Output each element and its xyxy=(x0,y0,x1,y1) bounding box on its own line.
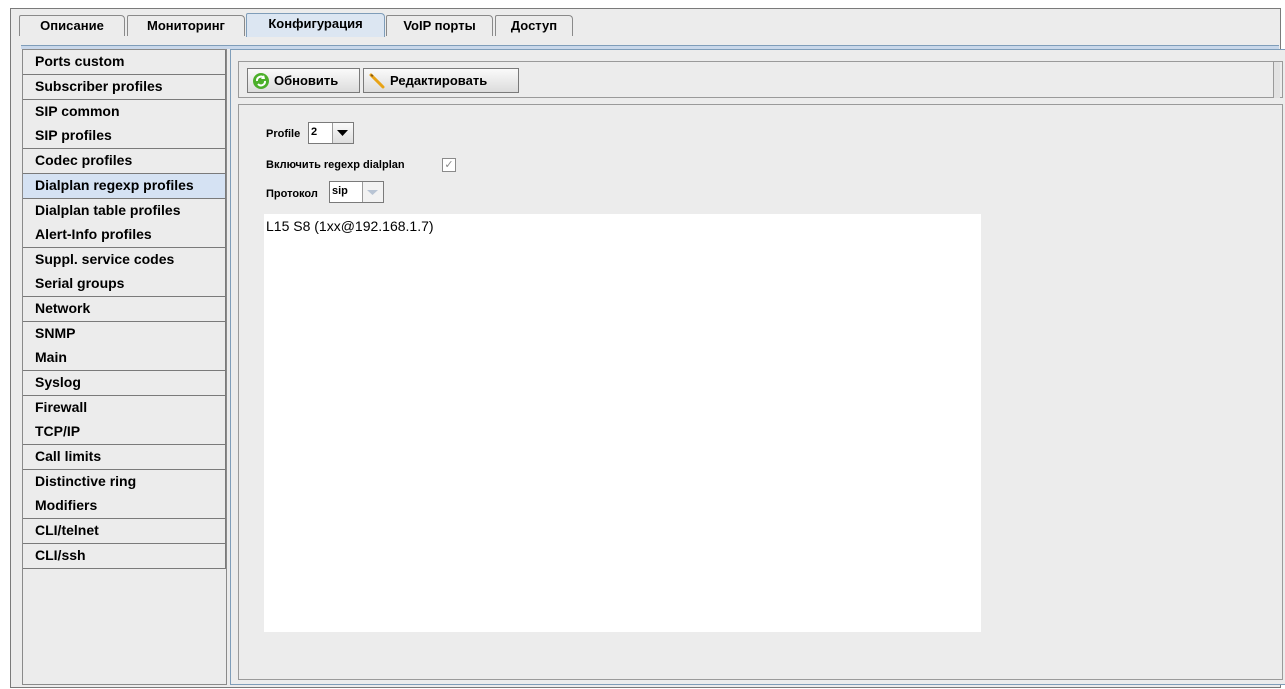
dialplan-text-area[interactable]: L15 S8 (1xx@192.168.1.7) xyxy=(264,214,981,632)
app-frame: Описание Мониторинг Конфигурация VoIP по… xyxy=(10,8,1285,688)
regexp-dialplan-checkbox[interactable]: ✓ xyxy=(442,158,456,172)
chevron-down-icon xyxy=(337,130,348,136)
sidebar-item-alert-info-profiles[interactable]: Alert-Info profiles xyxy=(23,223,226,248)
sidebar: Ports custom Subscriber profiles SIP com… xyxy=(22,49,227,685)
tab-configuration[interactable]: Конфигурация xyxy=(246,13,385,37)
edit-button-label: Редактировать xyxy=(390,73,488,88)
sidebar-item-main[interactable]: Main xyxy=(23,346,226,371)
sidebar-item-dialplan-regexp-profiles[interactable]: Dialplan regexp profiles xyxy=(23,174,226,199)
sidebar-item-serial-groups[interactable]: Serial groups xyxy=(23,272,226,297)
profile-select[interactable]: 2 xyxy=(308,122,354,144)
profile-dropdown-button[interactable] xyxy=(332,123,353,143)
edit-button[interactable]: Редактировать xyxy=(363,68,519,93)
sidebar-item-call-limits[interactable]: Call limits xyxy=(23,445,226,470)
sidebar-item-suppl-service-codes[interactable]: Suppl. service codes xyxy=(23,248,226,273)
refresh-button-label: Обновить xyxy=(274,73,339,88)
sidebar-item-snmp[interactable]: SNMP xyxy=(23,322,226,347)
chevron-down-icon xyxy=(367,190,378,195)
sidebar-item-modifiers[interactable]: Modifiers xyxy=(23,494,226,519)
sidebar-item-tcp-ip[interactable]: TCP/IP xyxy=(23,420,226,445)
dialplan-text: L15 S8 (1xx@192.168.1.7) xyxy=(266,218,434,234)
content-panel: Обновить Редактировать Profile 2 Включит… xyxy=(230,49,1285,685)
tab-access[interactable]: Доступ xyxy=(495,15,573,36)
form-panel: Profile 2 Включить regexp dialplan ✓ Про… xyxy=(238,104,1283,680)
sidebar-item-subscriber-profiles[interactable]: Subscriber profiles xyxy=(23,75,226,100)
protocol-value: sip xyxy=(332,185,348,197)
sidebar-item-network[interactable]: Network xyxy=(23,297,226,322)
sidebar-item-ports-custom[interactable]: Ports custom xyxy=(23,50,226,75)
protocol-label: Протокол xyxy=(266,188,318,200)
pencil-icon xyxy=(369,73,385,89)
refresh-icon xyxy=(253,73,269,89)
refresh-button[interactable]: Обновить xyxy=(247,68,360,93)
tab-monitoring[interactable]: Мониторинг xyxy=(127,15,245,36)
sidebar-item-distinctive-ring[interactable]: Distinctive ring xyxy=(23,470,226,495)
sidebar-item-codec-profiles[interactable]: Codec profiles xyxy=(23,149,226,174)
sidebar-item-cli-ssh[interactable]: CLI/ssh xyxy=(23,544,226,569)
sidebar-item-sip-profiles[interactable]: SIP profiles xyxy=(23,124,226,149)
profile-label: Profile xyxy=(266,128,301,140)
sidebar-item-dialplan-table-profiles[interactable]: Dialplan table profiles xyxy=(23,199,226,224)
toolbar-scroll-edge xyxy=(1273,62,1280,98)
protocol-dropdown-button[interactable] xyxy=(362,182,383,202)
sidebar-item-syslog[interactable]: Syslog xyxy=(23,371,226,396)
protocol-select[interactable]: sip xyxy=(329,181,384,203)
sidebar-item-cli-telnet[interactable]: CLI/telnet xyxy=(23,519,226,544)
tab-description[interactable]: Описание xyxy=(19,15,125,36)
toolbar: Обновить Редактировать xyxy=(238,61,1283,98)
tab-voip-ports[interactable]: VoIP порты xyxy=(386,15,493,36)
profile-value: 2 xyxy=(311,126,318,138)
sidebar-item-sip-common[interactable]: SIP common xyxy=(23,100,226,125)
sidebar-item-firewall[interactable]: Firewall xyxy=(23,396,226,421)
regexp-dialplan-label: Включить regexp dialplan xyxy=(266,159,405,171)
